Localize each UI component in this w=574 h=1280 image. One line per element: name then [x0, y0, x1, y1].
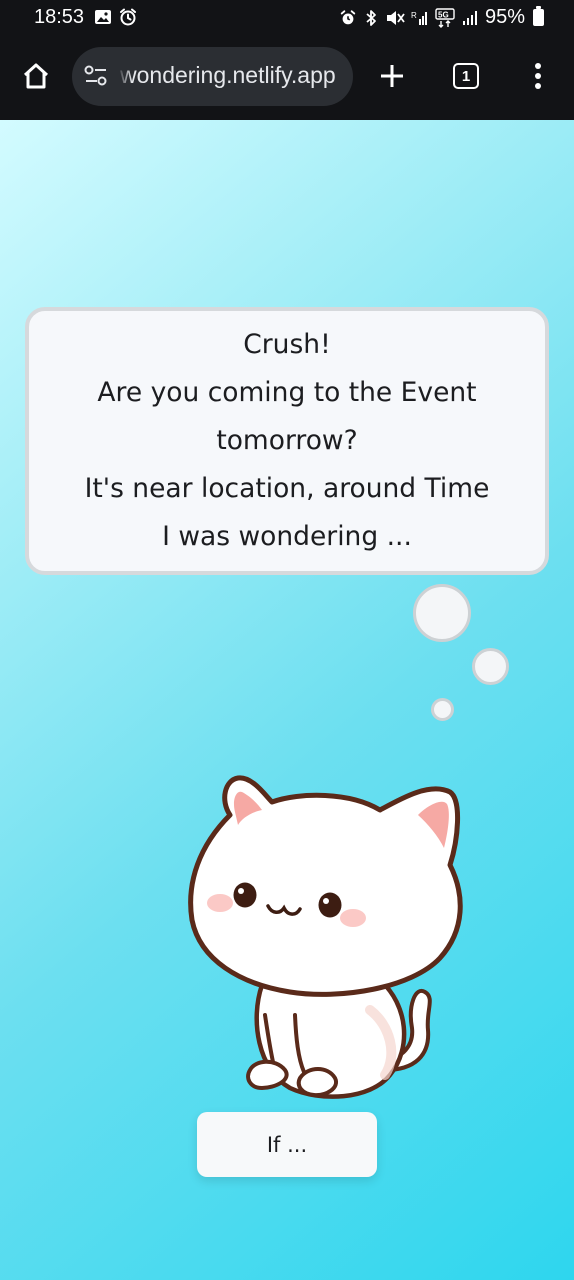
new-tab-button[interactable]: [374, 58, 410, 94]
status-right-icons: R 5G 95%: [339, 6, 544, 29]
status-time: 18:53: [34, 6, 85, 28]
tab-switcher-button[interactable]: 1: [450, 60, 482, 92]
alarm-icon: [340, 9, 356, 24]
mute-icon: [386, 10, 405, 25]
svg-text:5G: 5G: [438, 10, 449, 19]
alarm-icon: [120, 8, 136, 26]
status-left-icons: [94, 7, 138, 27]
message-line: It's near location, around Time: [84, 473, 490, 504]
site-settings-icon[interactable]: [84, 65, 108, 87]
if-button[interactable]: If ...: [197, 1112, 377, 1177]
more-vert-icon: [535, 63, 541, 89]
home-button[interactable]: [18, 58, 54, 94]
thought-dot-medium: [472, 648, 509, 685]
image-icon: [95, 10, 111, 24]
address-bar[interactable]: wondering.netlify.app: [72, 47, 353, 106]
web-page: Crush! Are you coming to the Event tomor…: [0, 120, 574, 1280]
message-line: Crush!: [243, 329, 331, 360]
status-bar: 18:53 R 5G 95%: [0, 0, 574, 36]
signal-icon: R: [411, 11, 427, 25]
tabs-icon: 1: [453, 63, 479, 89]
message-line: tomorrow?: [216, 425, 358, 456]
5g-icon: 5G: [435, 7, 455, 28]
message-line: I was wondering ...: [162, 521, 412, 552]
url-text[interactable]: wondering.netlify.app: [120, 62, 336, 89]
signal-icon: [462, 10, 477, 25]
thought-dot-large: [413, 584, 471, 642]
battery-percent: 95%: [484, 6, 525, 28]
more-menu-button[interactable]: [522, 58, 554, 94]
plus-icon: [381, 65, 403, 87]
battery-icon: [533, 6, 544, 26]
svg-text:R: R: [411, 11, 417, 20]
bluetooth-icon: [366, 9, 376, 26]
thought-bubble: Crush! Are you coming to the Event tomor…: [25, 307, 549, 575]
message-line: Are you coming to the Event: [97, 377, 477, 408]
tab-count: 1: [461, 67, 471, 85]
thought-dot-small: [431, 698, 454, 721]
browser-toolbar: wondering.netlify.app 1: [0, 36, 574, 120]
home-icon: [23, 63, 49, 89]
url-fade: [118, 47, 132, 106]
cat-illustration: [188, 775, 463, 1099]
